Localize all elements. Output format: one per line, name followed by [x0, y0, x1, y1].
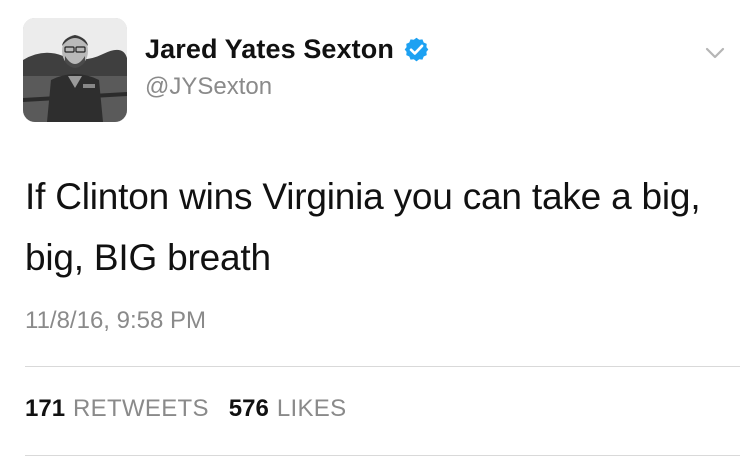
avatar[interactable]	[23, 18, 127, 122]
likes-stat[interactable]: 576 LIKES	[229, 395, 347, 423]
divider	[25, 366, 740, 367]
divider	[25, 455, 740, 456]
likes-count: 576	[228, 395, 269, 422]
retweets-count: 171	[25, 395, 66, 422]
tweet-timestamp[interactable]: 11/8/16, 9:58 PM	[25, 307, 206, 335]
author-handle[interactable]: @JYSexton	[145, 73, 272, 101]
tweet-text: If Clinton wins Virginia you can take a …	[25, 176, 701, 278]
retweets-label: RETWEETS	[73, 395, 209, 422]
retweets-stat[interactable]: 171 RETWEETS	[25, 395, 209, 423]
chevron-down-icon[interactable]	[702, 40, 728, 66]
likes-label: LIKES	[276, 395, 347, 422]
tweet-stats: 171 RETWEETS 576 LIKES	[25, 395, 366, 423]
verified-badge-icon	[403, 36, 430, 63]
author-name-row[interactable]: Jared Yates Sexton	[145, 34, 430, 65]
profile-photo	[23, 18, 127, 122]
author-display-name[interactable]: Jared Yates Sexton	[145, 34, 394, 65]
